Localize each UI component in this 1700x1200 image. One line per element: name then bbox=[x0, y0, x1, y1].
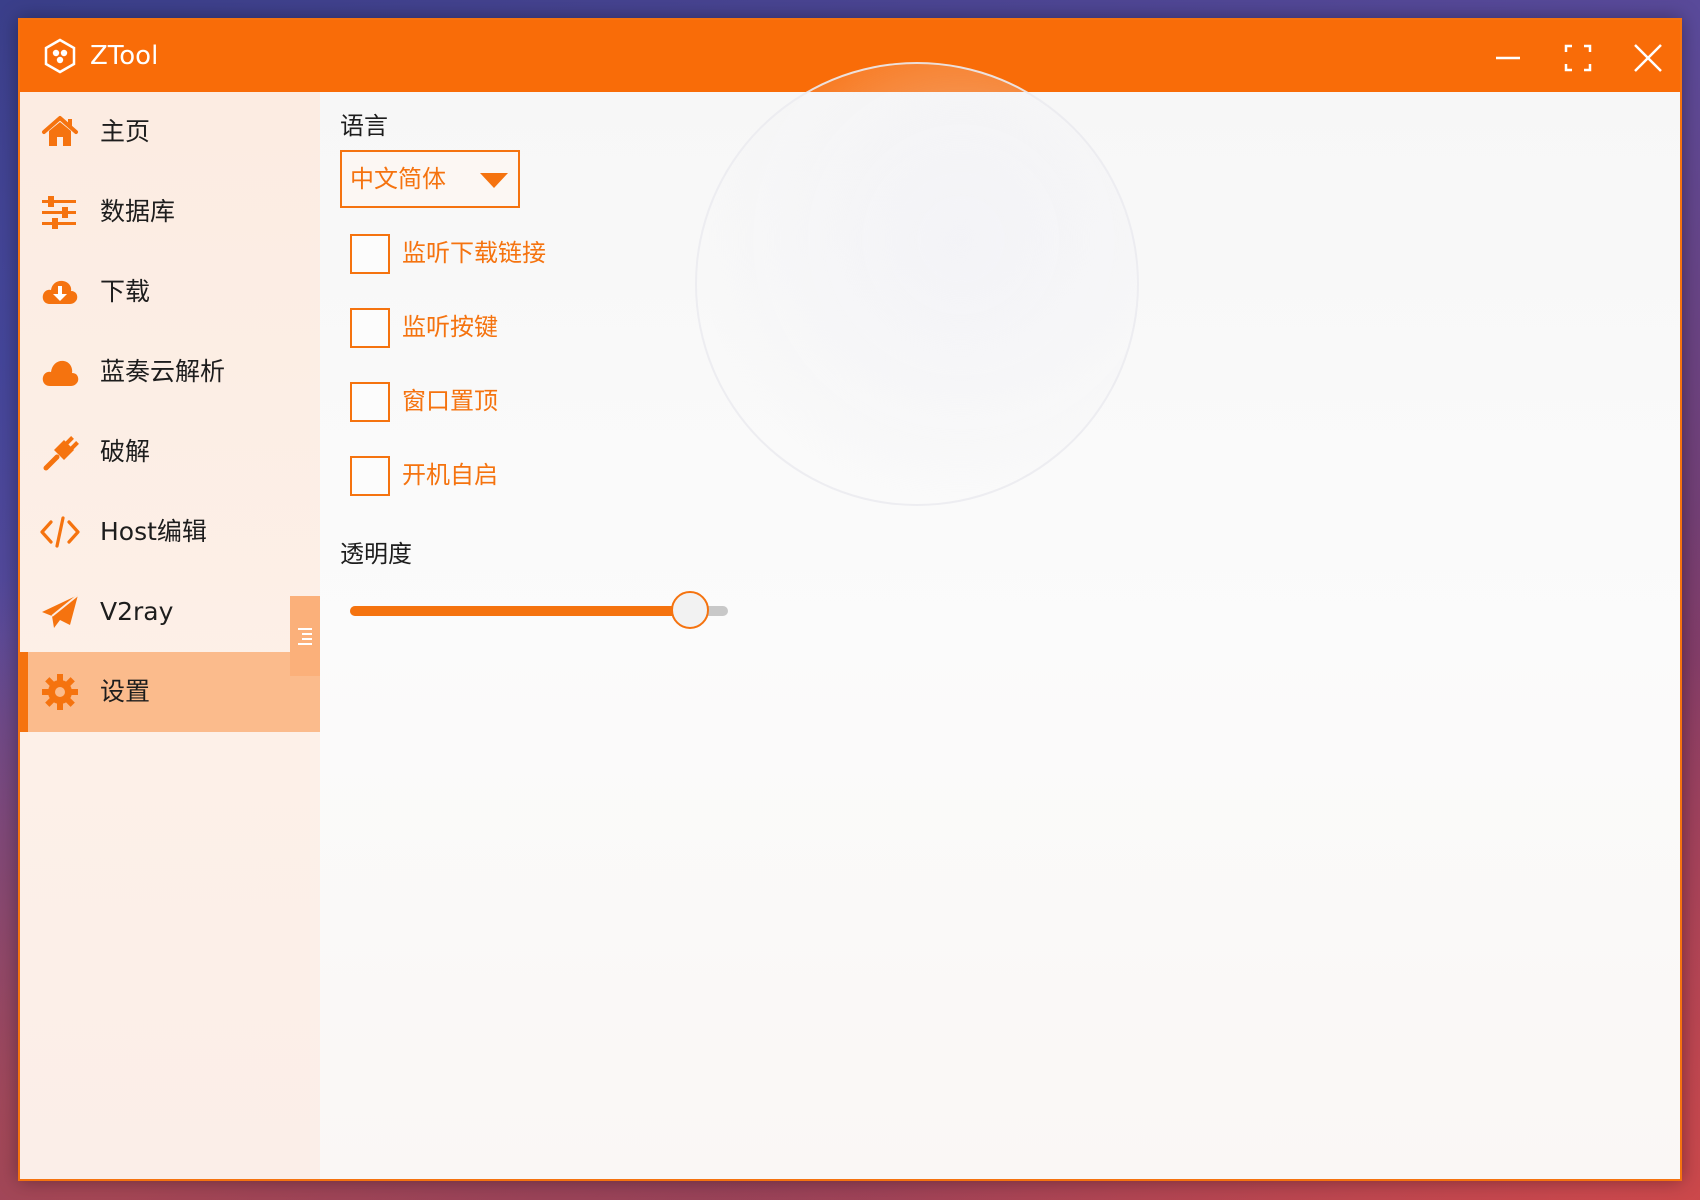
sidebar-item-download[interactable]: 下载 bbox=[20, 252, 320, 332]
sidebar-item-label: Host编辑 bbox=[100, 517, 207, 546]
collapse-list-icon bbox=[298, 628, 312, 645]
slider-fill bbox=[350, 606, 691, 616]
settings-panel: 语言 中文简体 监听下载链接 监听按键 窗口置顶 开机自启 透明度 bbox=[320, 62, 1680, 1179]
sidebar-item-database[interactable]: 数据库 bbox=[20, 172, 320, 252]
ztool-logo-icon bbox=[42, 38, 78, 74]
sidebar-item-v2ray[interactable]: V2ray bbox=[20, 572, 320, 652]
plug-icon bbox=[40, 432, 80, 472]
checkbox-box[interactable] bbox=[350, 382, 390, 422]
sidebar-item-host-edit[interactable]: Host编辑 bbox=[20, 492, 320, 572]
cloud-download-icon bbox=[40, 272, 80, 312]
slider-thumb[interactable] bbox=[671, 591, 710, 629]
cloud-icon bbox=[40, 352, 80, 392]
checkbox-label: 监听按键 bbox=[402, 313, 498, 341]
sidebar-item-label: 下载 bbox=[100, 277, 151, 306]
maximize-button[interactable] bbox=[1558, 38, 1598, 78]
close-button[interactable] bbox=[1628, 38, 1668, 78]
opacity-slider[interactable] bbox=[350, 590, 730, 630]
checkbox-window-on-top[interactable]: 窗口置顶 bbox=[350, 380, 750, 424]
checkbox-listen-download-links[interactable]: 监听下载链接 bbox=[350, 232, 750, 276]
sidebar-item-label: 蓝奏云解析 bbox=[100, 357, 226, 386]
sidebar-item-home[interactable]: 主页 bbox=[20, 92, 320, 172]
checkbox-label: 窗口置顶 bbox=[402, 387, 498, 415]
close-icon bbox=[1634, 44, 1662, 72]
code-icon bbox=[40, 512, 80, 552]
sidebar-item-label: 破解 bbox=[100, 437, 151, 466]
checkbox-listen-hotkeys[interactable]: 监听按键 bbox=[350, 306, 750, 350]
sidebar-item-settings[interactable]: 设置 bbox=[20, 652, 320, 732]
checkbox-box[interactable] bbox=[350, 234, 390, 274]
background-moon bbox=[695, 62, 1139, 506]
app-title: ZTool bbox=[90, 41, 159, 71]
checkbox-box[interactable] bbox=[350, 308, 390, 348]
minimize-button[interactable] bbox=[1488, 38, 1528, 78]
language-label: 语言 bbox=[340, 112, 388, 140]
checkbox-label: 开机自启 bbox=[402, 461, 498, 489]
sidebar-collapse-button[interactable] bbox=[290, 596, 320, 676]
language-selected-value: 中文简体 bbox=[350, 165, 446, 193]
chevron-down-icon bbox=[480, 173, 508, 188]
app-window: ZTool 主页 数据库 下载 蓝奏云解析 破解 Host编辑 V2ray 设置… bbox=[18, 18, 1682, 1181]
sidebar-item-crack[interactable]: 破解 bbox=[20, 412, 320, 492]
minimize-icon bbox=[1496, 56, 1520, 60]
gear-icon bbox=[40, 672, 80, 712]
checkbox-box[interactable] bbox=[350, 456, 390, 496]
sliders-icon bbox=[40, 192, 80, 232]
opacity-label: 透明度 bbox=[340, 540, 412, 568]
sidebar-item-label: 主页 bbox=[100, 117, 151, 146]
sidebar: 主页 数据库 下载 蓝奏云解析 破解 Host编辑 V2ray 设置 bbox=[20, 92, 320, 1179]
sidebar-item-label: 数据库 bbox=[100, 197, 176, 226]
language-select[interactable]: 中文简体 bbox=[340, 150, 520, 208]
fullscreen-icon bbox=[1564, 44, 1592, 72]
paper-plane-icon bbox=[40, 592, 80, 632]
sidebar-item-label: V2ray bbox=[100, 597, 174, 626]
sidebar-item-label: 设置 bbox=[100, 677, 151, 706]
home-icon bbox=[40, 112, 80, 152]
checkbox-launch-at-startup[interactable]: 开机自启 bbox=[350, 454, 750, 498]
sidebar-item-lanzou-parse[interactable]: 蓝奏云解析 bbox=[20, 332, 320, 412]
checkbox-label: 监听下载链接 bbox=[402, 239, 546, 267]
